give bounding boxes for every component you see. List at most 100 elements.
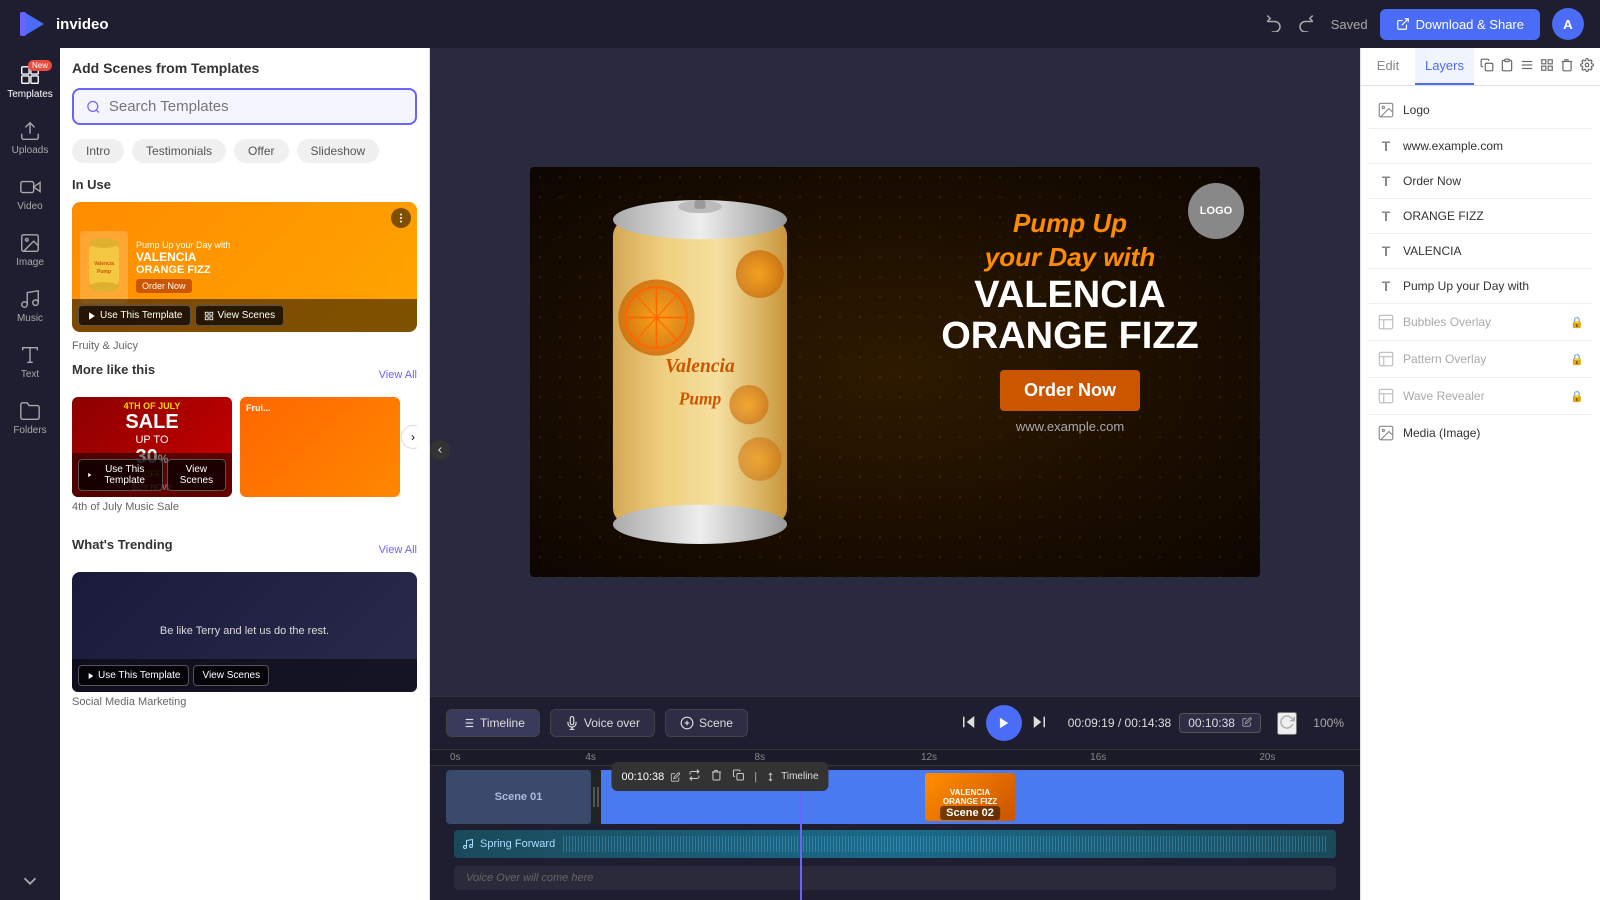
layer-logo-name: Logo (1403, 103, 1584, 117)
canvas-cta-button[interactable]: Order Now (1000, 370, 1140, 411)
text-layer-icon-website: T (1377, 138, 1395, 154)
canvas-wrapper: Valencia Pump Pump Up your Day with (430, 48, 1360, 696)
filter-intro[interactable]: Intro (72, 139, 124, 163)
play-icon-main (997, 716, 1011, 730)
saved-status: Saved (1331, 17, 1368, 32)
redo-button[interactable] (1293, 10, 1319, 39)
panel-paste-button[interactable] (1498, 56, 1516, 77)
in-use-template-card[interactable]: Valencia Pump Pump Up your Day with VALE… (72, 202, 417, 332)
layer-item-orange-fizz[interactable]: T ORANGE FIZZ (1369, 201, 1592, 231)
scene1-block[interactable]: Scene 01 (446, 770, 591, 824)
popup-loop-button[interactable] (686, 767, 702, 786)
trending-view-all[interactable]: View All (379, 544, 417, 556)
layer-item-valencia[interactable]: T VALENCIA (1369, 236, 1592, 266)
sale-thumb: 4TH OF JULY SALE UP TO 30% OFF BUY NOW! (72, 397, 232, 497)
trending-template-actions: Use This Template View Scenes (72, 659, 417, 692)
skip-back-button[interactable] (960, 713, 978, 734)
sidebar-item-more[interactable] (0, 862, 60, 900)
timeline-tab-button[interactable]: Timeline (446, 709, 540, 737)
search-box[interactable] (72, 88, 417, 125)
tab-layers[interactable]: Layers (1415, 48, 1474, 85)
fruity-mini-card[interactable]: Frui... (240, 397, 400, 497)
skip-forward-icon (1030, 713, 1048, 731)
filter-slideshow[interactable]: Slideshow (297, 139, 380, 163)
sale-use-template-button[interactable]: Use This Template (78, 459, 163, 491)
trending-view-scenes-button[interactable]: View Scenes (193, 665, 269, 686)
layer-item-bubbles[interactable]: Bubbles Overlay 🔒 (1369, 306, 1592, 338)
tracks-area: 00:10:38 | Timeline (430, 766, 1360, 900)
panel-copy-button[interactable] (1478, 56, 1496, 77)
brand-name: invideo (56, 16, 109, 33)
voiceover-tab-button[interactable]: Voice over (550, 709, 655, 737)
more-like-header: More like this View All (72, 362, 417, 387)
edit-time-icon (1242, 717, 1252, 727)
more-like-next-button[interactable]: › (401, 425, 417, 449)
sidebar-header: Add Scenes from Templates (72, 60, 417, 76)
scene-resize-handle[interactable] (591, 770, 601, 824)
user-avatar-button[interactable]: A (1552, 8, 1584, 40)
voiceover-track-block: Voice Over will come here (454, 866, 1336, 890)
panel-settings-button[interactable] (1578, 56, 1596, 77)
layer-item-website[interactable]: T www.example.com (1369, 131, 1592, 161)
image-icon (19, 232, 41, 254)
sidebar-item-folders[interactable]: Folders (0, 392, 60, 444)
panel-delete-button[interactable] (1558, 56, 1576, 77)
current-time-display: 00:10:38 (1179, 713, 1261, 733)
logo-area: invideo (16, 8, 109, 40)
trending-label: What's Trending (72, 537, 173, 552)
new-badge: New (28, 60, 52, 71)
text-layer-icon-fizz: T (1377, 208, 1395, 224)
filter-offer[interactable]: Offer (234, 139, 288, 163)
sidebar-item-templates[interactable]: New Templates (0, 56, 60, 108)
sidebar-item-music[interactable]: Music (0, 280, 60, 332)
sidebar-collapse-button[interactable] (430, 440, 450, 460)
sidebar-item-video[interactable]: Video (0, 168, 60, 220)
layer-item-wave[interactable]: Wave Revealer 🔒 (1369, 380, 1592, 412)
layer-item-logo[interactable]: Logo (1369, 94, 1592, 126)
download-share-button[interactable]: Download & Share (1380, 9, 1540, 40)
tab-edit[interactable]: Edit (1361, 48, 1415, 85)
sidebar-item-image[interactable]: Image (0, 224, 60, 276)
right-panel: Edit Layers (1360, 48, 1600, 900)
layer-bubbles-name: Bubbles Overlay (1403, 315, 1562, 329)
play-button[interactable] (986, 705, 1022, 741)
layer-divider-2 (1369, 163, 1592, 164)
align-panel-icon (1520, 58, 1534, 72)
video-track: Scene 01 VALENCIA ORANGE FIZZ Scene 02 (438, 770, 1352, 824)
scene-tab-button[interactable]: Scene (665, 709, 748, 737)
layer-item-media[interactable]: Media (Image) (1369, 417, 1592, 449)
filter-testimonials[interactable]: Testimonials (132, 139, 226, 163)
search-input[interactable] (109, 98, 403, 115)
delete-panel-icon (1560, 58, 1574, 72)
view-scenes-button[interactable]: View Scenes (195, 305, 284, 326)
panel-format-button[interactable] (1538, 56, 1556, 77)
use-template-button[interactable]: Use This Template (78, 305, 191, 326)
can-mini-icon: Valencia Pump (84, 235, 124, 295)
image-label: Image (16, 257, 44, 268)
overlay-layer-icon-pattern (1377, 350, 1395, 368)
layer-item-order[interactable]: T Order Now (1369, 166, 1592, 196)
timeline-ruler: 0s 4s 8s 12s 16s 20s (430, 750, 1360, 766)
templates-label: Templates (7, 89, 53, 100)
more-like-view-all[interactable]: View All (379, 369, 417, 381)
refresh-button[interactable] (1277, 712, 1297, 735)
trending-template-name: Social Media Marketing (72, 696, 417, 708)
panel-align-button[interactable] (1518, 56, 1536, 77)
trending-use-template-button[interactable]: Use This Template (78, 665, 189, 686)
sale-view-scenes-button[interactable]: View Scenes (167, 459, 226, 491)
popup-copy-button[interactable] (730, 767, 746, 786)
loop-icon (688, 769, 700, 781)
app: invideo Saved Download & Share A Ne (0, 0, 1600, 900)
trending-template-card[interactable]: Be like Terry and let us do the rest. Us… (72, 572, 417, 718)
sidebar-item-text[interactable]: Text (0, 336, 60, 388)
zoom-level: 100% (1313, 716, 1344, 730)
audio-track-block[interactable]: Spring Forward (454, 830, 1336, 858)
sale-template-card[interactable]: 4TH OF JULY SALE UP TO 30% OFF BUY NOW! (72, 397, 232, 523)
undo-button[interactable] (1261, 10, 1287, 39)
layer-item-pump[interactable]: T Pump Up your Day with (1369, 271, 1592, 301)
popup-delete-button[interactable] (708, 767, 724, 786)
sidebar-item-uploads[interactable]: Uploads (0, 112, 60, 164)
skip-forward-button[interactable] (1030, 713, 1048, 734)
layer-item-pattern[interactable]: Pattern Overlay 🔒 (1369, 343, 1592, 375)
audio-waveform (561, 836, 1328, 852)
